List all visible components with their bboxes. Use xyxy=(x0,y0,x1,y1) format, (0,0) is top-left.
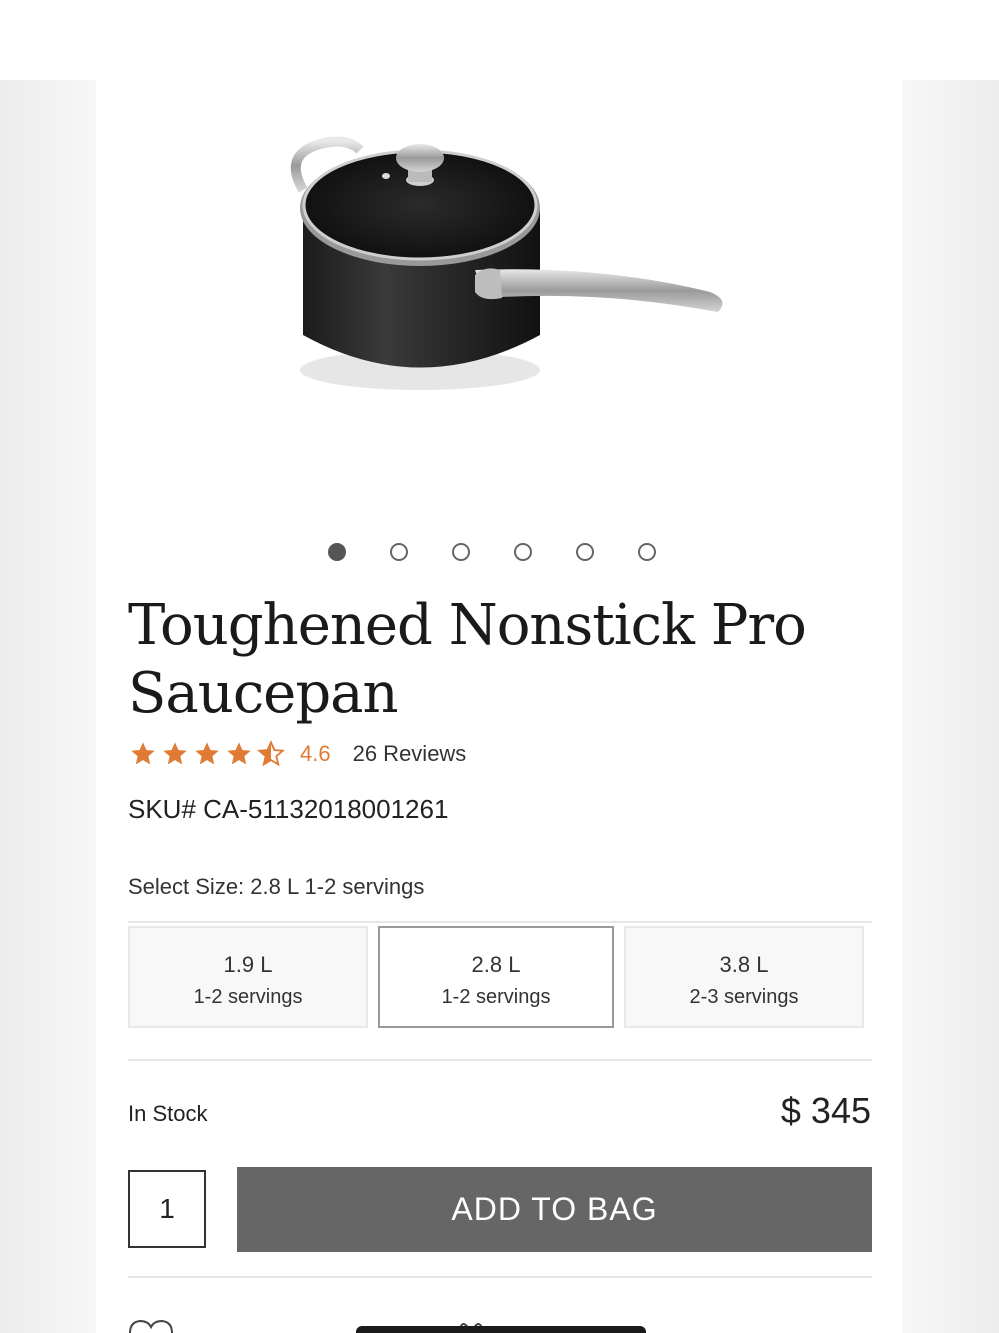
size-volume: 2.8 L xyxy=(471,952,521,977)
top-margin xyxy=(0,0,999,80)
gallery-dot-2[interactable] xyxy=(390,543,408,561)
size-volume: 3.8 L xyxy=(719,952,769,977)
size-option-2-8l[interactable]: 2.8 L 1-2 servings xyxy=(378,926,614,1028)
star-icon xyxy=(227,742,251,765)
star-icon xyxy=(163,742,187,765)
heart-icon[interactable] xyxy=(128,1318,174,1333)
divider xyxy=(128,1276,872,1278)
gallery-pagination xyxy=(328,543,656,561)
gallery-dot-1[interactable] xyxy=(328,543,346,561)
star-icon xyxy=(195,742,219,765)
bottom-bar xyxy=(356,1326,646,1333)
size-servings: 2-3 servings xyxy=(689,986,799,1008)
add-to-bag-button[interactable]: ADD TO BAG xyxy=(237,1167,872,1252)
gallery-dot-6[interactable] xyxy=(638,543,656,561)
size-servings: 1-2 servings xyxy=(441,986,551,1008)
product-image[interactable] xyxy=(270,120,730,420)
gallery-dot-5[interactable] xyxy=(576,543,594,561)
size-volume: 1.9 L xyxy=(223,952,273,977)
stock-status: In Stock xyxy=(128,1101,208,1126)
size-label: Select Size: 2.8 L 1-2 servings xyxy=(128,874,425,899)
star-icon xyxy=(131,742,155,765)
price: $ 345 xyxy=(780,1090,871,1131)
left-margin xyxy=(0,80,96,1333)
size-option-1-9l[interactable]: 1.9 L 1-2 servings xyxy=(128,926,368,1028)
gallery-dot-3[interactable] xyxy=(452,543,470,561)
size-servings: 1-2 servings xyxy=(193,986,303,1008)
product-title-line-2: Saucepan xyxy=(128,661,399,726)
divider xyxy=(128,1059,872,1061)
quantity-input[interactable]: 1 xyxy=(128,1170,206,1248)
rating-stars[interactable] xyxy=(128,740,286,768)
rating-value: 4.6 xyxy=(300,741,331,766)
size-option-3-8l[interactable]: 3.8 L 2-3 servings xyxy=(624,926,864,1028)
sku-text: SKU# CA-51132018001261 xyxy=(128,794,449,824)
gallery-dot-4[interactable] xyxy=(514,543,532,561)
product-title: Toughened Nonstick Pro Saucepan xyxy=(128,592,848,728)
right-margin xyxy=(902,80,999,1333)
rating-row: 4.6 26 Reviews xyxy=(128,740,466,768)
half-star-icon xyxy=(257,740,285,767)
reviews-link[interactable]: 26 Reviews xyxy=(353,741,467,767)
product-title-line-1: Toughened Nonstick Pro xyxy=(128,593,807,658)
size-options: 1.9 L 1-2 servings 2.8 L 1-2 servings 3.… xyxy=(128,921,872,1028)
